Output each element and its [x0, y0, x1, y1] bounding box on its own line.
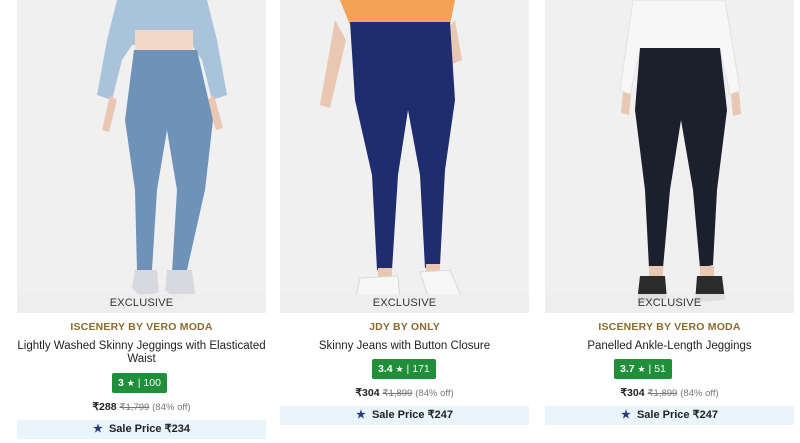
- product-image[interactable]: EXCLUSIVE: [280, 0, 529, 313]
- mrp-price: ₹1,899: [647, 388, 678, 399]
- star-icon: ★: [395, 364, 404, 374]
- discount-label: (84% off): [415, 388, 454, 399]
- brand-name: JDY BY ONLY: [369, 321, 440, 333]
- rating-separator: |: [648, 363, 652, 375]
- brand-name: ISCENERY BY VERO MODA: [598, 321, 741, 333]
- sale-price-label: Sale Price ₹247: [371, 409, 453, 421]
- sale-price-banner: ★ Sale Price ₹247: [545, 406, 794, 425]
- discount-label: (84% off): [152, 402, 191, 413]
- product-name[interactable]: Lightly Washed Skinny Jeggings with Elas…: [17, 340, 266, 366]
- sale-star-icon: ★: [93, 423, 103, 435]
- sale-price-banner: ★ Sale Price ₹247: [280, 406, 529, 425]
- rating-value: 3.4: [378, 363, 393, 375]
- exclusive-tag: EXCLUSIVE: [17, 294, 266, 313]
- sale-star-icon: ★: [356, 409, 366, 421]
- product-grid: EXCLUSIVE ISCENERY BY VERO MODA Lightly …: [0, 0, 800, 443]
- product-name[interactable]: Skinny Jeans with Button Closure: [280, 340, 529, 353]
- rating-badge: 3.7 ★ | 51: [614, 359, 672, 379]
- rating-badge: 3 ★ | 100: [112, 373, 167, 393]
- price-row: ₹304 ₹1,899 (84% off): [280, 387, 529, 399]
- star-icon: ★: [126, 378, 135, 388]
- price-row: ₹304 ₹1,899 (84% off): [545, 387, 794, 399]
- product-card[interactable]: EXCLUSIVE JDY BY ONLY Skinny Jeans with …: [280, 0, 529, 443]
- sale-price-label: Sale Price ₹234: [108, 423, 190, 435]
- review-count: 51: [654, 363, 666, 375]
- rating-value: 3.7: [620, 363, 635, 375]
- discount-label: (84% off): [680, 388, 719, 399]
- product-name[interactable]: Panelled Ankle-Length Jeggings: [545, 340, 794, 353]
- mrp-price: ₹1,799: [119, 402, 150, 413]
- product-image[interactable]: EXCLUSIVE: [17, 0, 266, 313]
- rating-separator: |: [137, 377, 141, 389]
- price-row: ₹288 ₹1,799 (84% off): [17, 401, 266, 413]
- sale-price-banner: ★ Sale Price ₹234: [17, 420, 266, 439]
- current-price: ₹304: [620, 387, 645, 399]
- brand-name: ISCENERY BY VERO MODA: [70, 321, 213, 333]
- review-count: 171: [412, 363, 430, 375]
- exclusive-tag: EXCLUSIVE: [545, 294, 794, 313]
- product-photo-jeggings-light-blue: [17, 0, 266, 313]
- product-photo-jeans-navy: [280, 0, 529, 313]
- rating-badge: 3.4 ★ | 171: [372, 359, 436, 379]
- product-image[interactable]: EXCLUSIVE: [545, 0, 794, 313]
- review-count: 100: [143, 377, 161, 389]
- rating-separator: |: [406, 363, 410, 375]
- product-card[interactable]: EXCLUSIVE ISCENERY BY VERO MODA Lightly …: [17, 0, 266, 443]
- exclusive-tag: EXCLUSIVE: [280, 294, 529, 313]
- product-photo-jeggings-black: [545, 0, 794, 313]
- sale-star-icon: ★: [621, 409, 631, 421]
- current-price: ₹304: [355, 387, 380, 399]
- rating-value: 3: [118, 377, 124, 389]
- mrp-price: ₹1,899: [382, 388, 413, 399]
- product-card[interactable]: EXCLUSIVE ISCENERY BY VERO MODA Panelled…: [545, 0, 794, 443]
- sale-price-label: Sale Price ₹247: [636, 409, 718, 421]
- current-price: ₹288: [92, 401, 117, 413]
- star-icon: ★: [637, 364, 646, 374]
